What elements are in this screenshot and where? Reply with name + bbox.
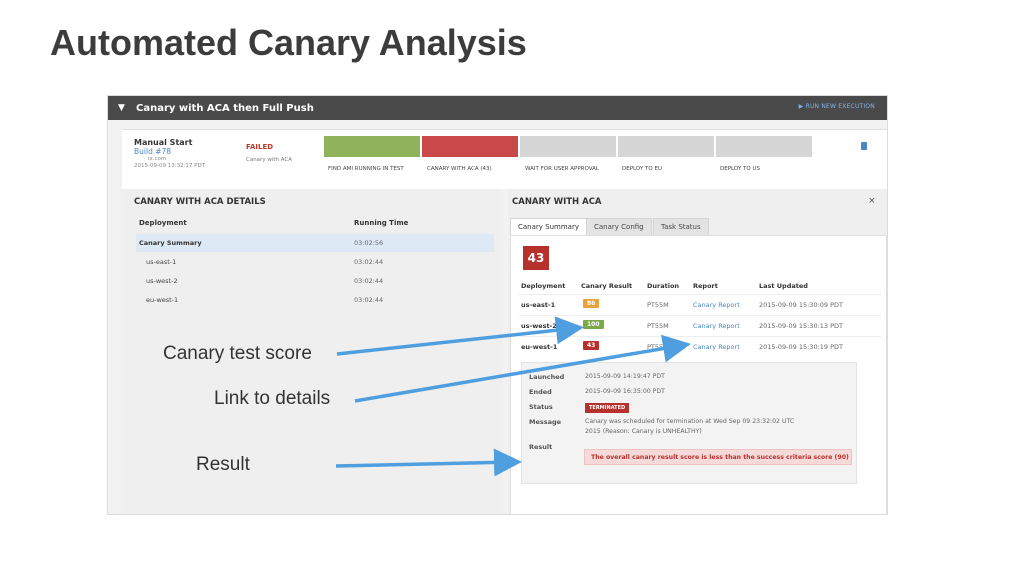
canary-summary-content: 43 Deployment Canary Result Duration Rep… bbox=[510, 235, 887, 514]
table-row: us-west-2 100 PT55M Canary Report 2015-0… bbox=[519, 315, 881, 335]
duration: PT55M bbox=[647, 301, 669, 309]
stage-bar-deploy-us[interactable] bbox=[716, 136, 812, 157]
score-badge: 100 bbox=[583, 320, 604, 329]
column-header-canary-result: Canary Result bbox=[581, 282, 633, 290]
run-new-execution-button[interactable]: ▶ RUN NEW EXECUTION bbox=[799, 103, 875, 110]
table-row: eu-west-1 43 PT55M Canary Report 2015-09… bbox=[519, 336, 881, 356]
deployment-name: Canary Summary bbox=[139, 239, 202, 247]
trigger-user: ix.com bbox=[148, 156, 167, 162]
pipeline-name: Canary with ACA then Full Push bbox=[136, 102, 314, 114]
last-updated: 2015-09-09 15:30:13 PDT bbox=[759, 322, 843, 330]
column-header-report: Report bbox=[693, 282, 718, 290]
stage-label: FIND AMI RUNNING IN TEST bbox=[328, 166, 404, 172]
result-message: The overall canary result score is less … bbox=[584, 449, 852, 465]
stage-label: CANARY WITH ACA (43) bbox=[427, 166, 492, 172]
failed-stage-name: Canary with ACA bbox=[246, 157, 293, 163]
tab-task-status[interactable]: Task Status bbox=[653, 218, 709, 235]
ended-label: Ended bbox=[529, 388, 552, 396]
status-badge: TERMINATED bbox=[585, 403, 630, 413]
message-label: Message bbox=[529, 418, 562, 426]
launched-value: 2015-09-09 14:19:47 PDT bbox=[585, 373, 665, 380]
stage-bar-wait-approval[interactable] bbox=[520, 136, 616, 157]
table-row[interactable]: us-east-1 03:02:44 bbox=[136, 253, 494, 271]
table-row[interactable]: eu-west-1 03:02:44 bbox=[136, 291, 494, 309]
status-label: Status bbox=[529, 403, 553, 411]
trigger-type: Manual Start bbox=[134, 138, 193, 147]
result-label: Result bbox=[529, 443, 553, 451]
callout-result: Result bbox=[196, 454, 250, 475]
stage-bar-deploy-eu[interactable] bbox=[618, 136, 714, 157]
stage-label: DEPLOY TO EU bbox=[622, 166, 662, 172]
deployment-name: eu-west-1 bbox=[521, 343, 558, 351]
status-badge: FAILED bbox=[246, 143, 274, 151]
tab-canary-config[interactable]: Canary Config bbox=[586, 218, 652, 235]
details-title: CANARY WITH ACA DETAILS bbox=[134, 197, 266, 207]
running-time: 03:02:44 bbox=[354, 277, 384, 285]
chevron-down-icon[interactable]: ▼ bbox=[118, 103, 128, 113]
build-link[interactable]: Build #78 bbox=[134, 147, 205, 156]
trash-icon[interactable] bbox=[861, 142, 867, 150]
table-row[interactable]: us-west-2 03:02:44 bbox=[136, 272, 494, 290]
stage-bar-canary[interactable] bbox=[422, 136, 518, 157]
deployment-name: us-east-1 bbox=[521, 301, 556, 309]
canary-report-link[interactable]: Canary Report bbox=[693, 322, 740, 330]
duration: PT55M bbox=[647, 343, 669, 351]
table-row[interactable]: Canary Summary 03:02:56 bbox=[136, 234, 494, 252]
launched-label: Launched bbox=[529, 373, 565, 381]
canary-report-link[interactable]: Canary Report bbox=[693, 301, 740, 309]
table-row: us-east-1 86 PT55M Canary Report 2015-09… bbox=[519, 294, 881, 314]
stage-label: DEPLOY TO US bbox=[720, 166, 760, 172]
running-time: 03:02:56 bbox=[354, 239, 384, 247]
spinnaker-screenshot: ▼ Canary with ACA then Full Push ▶ RUN N… bbox=[107, 95, 888, 515]
deployment-name: us-west-2 bbox=[146, 277, 178, 285]
execution-status: FAILED Canary with ACA bbox=[246, 143, 292, 163]
execution-trigger-info: Manual Start Build #78 ix.com 2015-09-09… bbox=[134, 138, 205, 170]
tab-canary-summary[interactable]: Canary Summary bbox=[510, 218, 587, 235]
column-header-last-updated: Last Updated bbox=[759, 282, 808, 290]
duration: PT55M bbox=[647, 322, 669, 330]
stage-label: WAIT FOR USER APPROVAL bbox=[525, 166, 599, 172]
canary-panel: CANARY WITH ACA × Canary Summary Canary … bbox=[508, 189, 887, 514]
column-header-deployment: Deployment bbox=[521, 282, 566, 290]
column-header-duration: Duration bbox=[647, 282, 680, 290]
deployment-name: us-east-1 bbox=[146, 258, 177, 266]
pipeline-header[interactable]: ▼ Canary with ACA then Full Push ▶ RUN N… bbox=[108, 96, 887, 120]
running-time: 03:02:44 bbox=[354, 258, 384, 266]
last-updated: 2015-09-09 15:30:19 PDT bbox=[759, 343, 843, 351]
score-badge: 43 bbox=[583, 341, 600, 350]
close-icon[interactable]: × bbox=[869, 195, 875, 207]
trigger-time: 2015-09-09 13:32:17 PDT bbox=[134, 163, 206, 169]
canary-report-link[interactable]: Canary Report bbox=[693, 343, 740, 351]
deployment-name: us-west-2 bbox=[521, 322, 557, 330]
canary-run-details: Launched 2015-09-09 14:19:47 PDT Ended 2… bbox=[521, 362, 857, 484]
callout-canary-test-score: Canary test score bbox=[163, 343, 312, 364]
column-header-deployment: Deployment bbox=[139, 219, 187, 227]
last-updated: 2015-09-09 15:30:09 PDT bbox=[759, 301, 843, 309]
canary-panel-title: CANARY WITH ACA bbox=[512, 197, 602, 207]
message-line-2: 2015 (Reason: Canary is UNHEALTHY) bbox=[585, 428, 702, 435]
execution-row: Manual Start Build #78 ix.com 2015-09-09… bbox=[122, 129, 887, 189]
message-line-1: Canary was scheduled for termination at … bbox=[585, 418, 795, 425]
deployment-name: eu-west-1 bbox=[146, 296, 179, 304]
slide-title: Automated Canary Analysis bbox=[50, 22, 527, 63]
overall-score-badge: 43 bbox=[523, 246, 549, 270]
stage-bar-find-ami[interactable] bbox=[324, 136, 420, 157]
running-time: 03:02:44 bbox=[354, 296, 384, 304]
callout-link-to-details: Link to details bbox=[214, 388, 331, 409]
ended-value: 2015-09-09 16:35:00 PDT bbox=[585, 388, 665, 395]
score-badge: 86 bbox=[583, 299, 600, 308]
column-header-running-time: Running Time bbox=[354, 219, 409, 227]
